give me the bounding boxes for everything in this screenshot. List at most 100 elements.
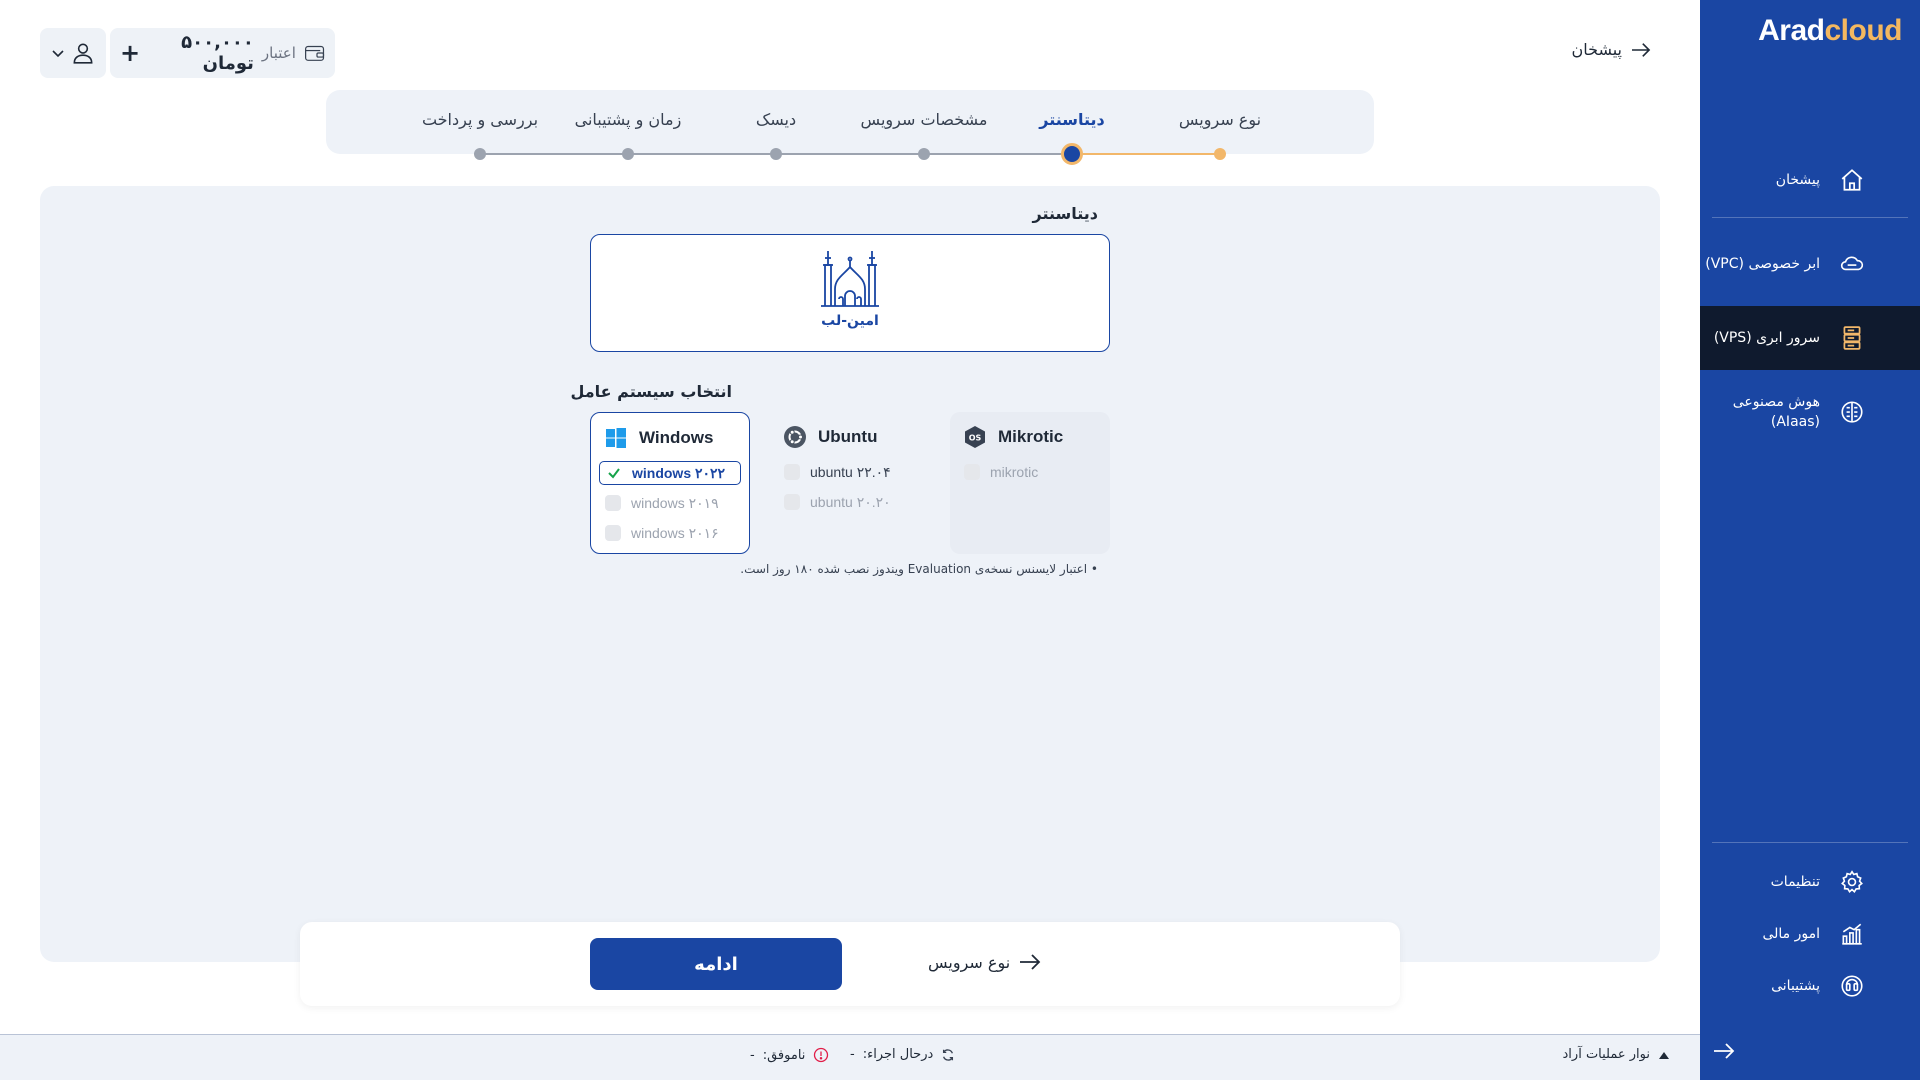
- gear-icon: [1838, 868, 1866, 896]
- back-link-label: پیشخان: [1571, 40, 1622, 59]
- step-review-payment[interactable]: بررسی و پرداخت: [400, 110, 560, 129]
- datacenter-option-aminlab[interactable]: امین-لب: [590, 234, 1110, 352]
- sidebar-item-label: تنظیمات: [1770, 874, 1820, 890]
- support-icon: [1838, 972, 1866, 1000]
- credit-amount: ۵۰۰,۰۰۰ تومان: [181, 32, 254, 74]
- previous-step-label: نوع سرویس: [928, 952, 1011, 972]
- ops-running-label: درحال اجراء:: [862, 1047, 934, 1062]
- os-version-ubuntu-2020[interactable]: ubuntu ۲۰.۲۰: [778, 490, 920, 514]
- logo-text-cloud: cloud: [1824, 14, 1903, 47]
- logo-text-arad: Arad: [1758, 14, 1825, 47]
- os-version-label: windows ۲۰۱۶: [631, 524, 719, 541]
- user-avatar-icon: [73, 43, 93, 64]
- step-dot: [1214, 148, 1226, 160]
- sidebar-item-dashboard[interactable]: پیشخان: [1700, 160, 1920, 200]
- sidebar-item-label: پشتیبانی: [1771, 978, 1820, 994]
- sidebar-divider: [1712, 842, 1908, 843]
- checkbox-icon: [784, 494, 800, 510]
- home-icon: [1838, 166, 1866, 194]
- os-card-ubuntu[interactable]: Ubuntu ubuntu ۲۲.۰۴ ubuntu ۲۰.۲۰: [770, 412, 930, 554]
- caret-up-icon: [1659, 1051, 1669, 1059]
- svg-text:OS: OS: [969, 434, 982, 443]
- aradcloud-logo[interactable]: Aradcloud: [1718, 14, 1902, 50]
- continue-button[interactable]: ادامه: [590, 938, 842, 990]
- step-service-spec[interactable]: مشخصات سرویس: [844, 110, 1004, 129]
- sidebar-item-label: سرور ابری (VPS): [1713, 330, 1820, 346]
- ops-failed-label: ناموفق:: [762, 1047, 806, 1063]
- ops-failed-value: -: [750, 1047, 755, 1063]
- credit-balance: اعتبار ۵۰۰,۰۰۰ تومان +: [110, 28, 335, 78]
- ops-failed-status: ناموفق: -: [750, 1047, 829, 1063]
- windows-icon: [603, 425, 629, 451]
- os-card-header: Ubuntu: [782, 424, 877, 450]
- os-version-mikrotic[interactable]: mikrotic: [958, 460, 1100, 484]
- step-time-support[interactable]: زمان و پشتیبانی: [548, 110, 708, 129]
- os-section-title: انتخاب سیستم عامل: [570, 382, 732, 401]
- step-datacenter[interactable]: دیتاسنتر: [992, 110, 1152, 129]
- sidebar-item-ai[interactable]: هوش مصنوعی (AIaas): [1700, 388, 1920, 436]
- mosque-icon: [821, 251, 879, 307]
- os-card-mikrotic[interactable]: OS Mikrotic mikrotic: [950, 412, 1110, 554]
- check-icon: [606, 465, 622, 481]
- sidebar-divider: [1712, 217, 1908, 218]
- step-dot: [474, 148, 486, 160]
- sidebar-item-vps[interactable]: سرور ابری (VPS): [1700, 306, 1920, 370]
- ops-running-value: -: [850, 1047, 855, 1062]
- os-name: Mikrotic: [998, 427, 1064, 446]
- sidebar-item-finance[interactable]: امور مالی: [1700, 914, 1920, 954]
- server-icon: [1838, 324, 1866, 352]
- refresh-icon: [943, 1048, 954, 1061]
- os-card-header: OS Mikrotic: [962, 424, 1063, 450]
- os-version-windows-2019[interactable]: windows ۲۰۱۹: [599, 491, 741, 515]
- checkbox-icon: [605, 525, 621, 541]
- os-card-windows[interactable]: Windows windows ۲۰۲۲ windows ۲۰۱۹ window…: [590, 412, 750, 554]
- dashboard-back-link[interactable]: پیشخان: [1571, 40, 1652, 59]
- ai-brain-icon: [1838, 398, 1866, 426]
- os-badge-icon: OS: [962, 424, 988, 450]
- checkbox-icon: [605, 495, 621, 511]
- sidebar-item-label: امور مالی: [1762, 926, 1820, 942]
- os-version-windows-2022[interactable]: windows ۲۰۲۲: [599, 461, 741, 485]
- step-dot: [918, 148, 930, 160]
- os-version-label: windows ۲۰۲۲: [632, 464, 726, 481]
- checkbox-icon: [964, 464, 980, 480]
- step-dot: [622, 148, 634, 160]
- sidebar-item-support[interactable]: پشتیبانی: [1700, 966, 1920, 1006]
- sidebar-item-settings[interactable]: تنظیمات: [1700, 862, 1920, 902]
- finance-chart-icon: [1838, 920, 1866, 948]
- arrow-right-icon: [1020, 954, 1041, 970]
- os-version-label: windows ۲۰۱۹: [631, 494, 719, 511]
- os-version-ubuntu-2204[interactable]: ubuntu ۲۲.۰۴: [778, 460, 920, 484]
- operations-bar-toggle[interactable]: نوار عملیات آراد: [1563, 1047, 1670, 1062]
- datacenter-name: امین-لب: [821, 313, 879, 329]
- checkbox-icon: [784, 464, 800, 480]
- os-version-label: mikrotic: [990, 464, 1039, 480]
- os-version-label: ubuntu ۲۲.۰۴: [810, 463, 891, 480]
- sidebar-item-label: ابر خصوصی (VPC): [1705, 256, 1820, 272]
- datacenter-title: دیتاسنتر: [1032, 204, 1098, 223]
- windows-license-note: • اعتبار لایسنس نسخه‌ی Evaluation ویندوز…: [740, 562, 1098, 576]
- operations-bar-label: نوار عملیات آراد: [1562, 1047, 1650, 1062]
- os-name: Windows: [639, 428, 714, 447]
- arrow-right-icon: [1632, 42, 1651, 57]
- sidebar: Aradcloud پیشخان ابر خصوصی (VPC) سرور اب…: [1700, 0, 1920, 1080]
- arrow-right-icon: [1714, 1043, 1735, 1059]
- sidebar-collapse-button[interactable]: [1704, 1036, 1744, 1066]
- step-service-type[interactable]: نوع سرویس: [1140, 110, 1300, 129]
- step-dot-active: [1061, 143, 1083, 165]
- stepper-track-done: [1072, 153, 1220, 155]
- credit-label: اعتبار: [261, 44, 296, 62]
- previous-step-link[interactable]: نوع سرویس: [928, 952, 1042, 972]
- sidebar-item-label: هوش مصنوعی (AIaas): [1732, 394, 1820, 430]
- step-disk[interactable]: دیسک: [696, 110, 856, 129]
- chevron-down-icon: [52, 50, 64, 58]
- alert-icon: [814, 1047, 829, 1063]
- os-version-label: ubuntu ۲۰.۲۰: [810, 493, 891, 510]
- step-dot: [770, 148, 782, 160]
- cloud-icon: [1838, 250, 1866, 278]
- os-version-windows-2016[interactable]: windows ۲۰۱۶: [599, 521, 741, 545]
- ubuntu-icon: [782, 424, 808, 450]
- user-menu-button[interactable]: [40, 28, 106, 78]
- sidebar-item-vpc[interactable]: ابر خصوصی (VPC): [1700, 240, 1920, 288]
- add-credit-button[interactable]: +: [120, 39, 140, 67]
